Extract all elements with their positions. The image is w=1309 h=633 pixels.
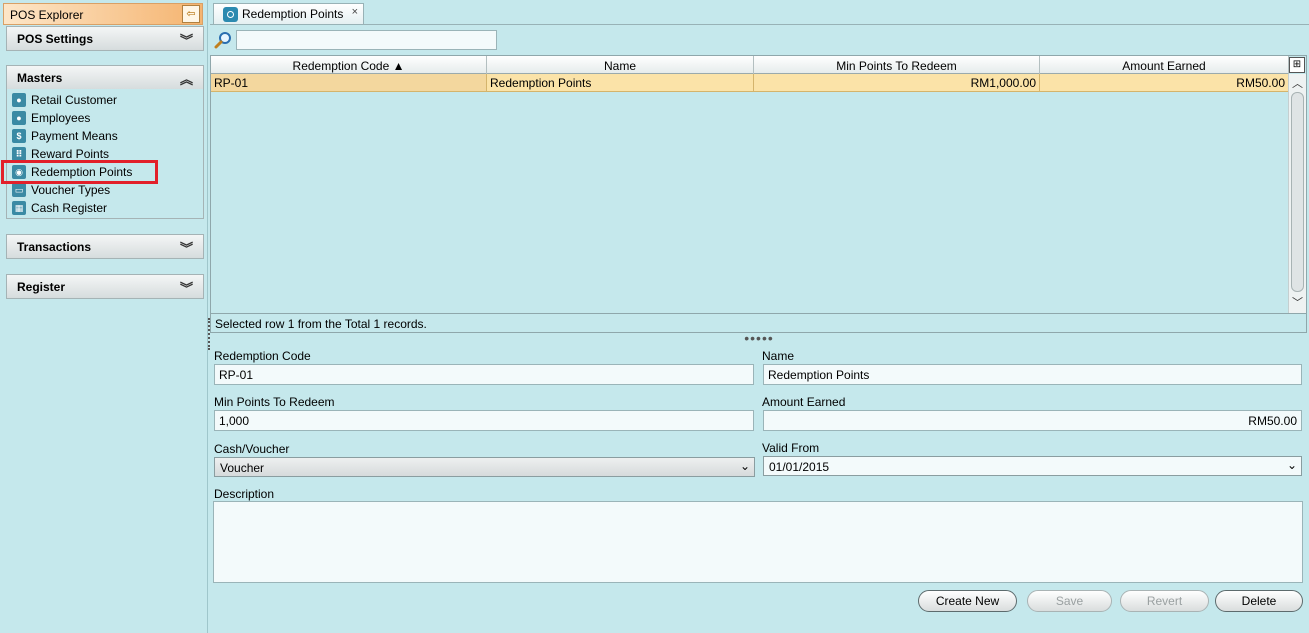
- scroll-down-icon[interactable]: ﹀: [1292, 294, 1303, 310]
- sidebar-item-employees[interactable]: ● Employees: [7, 109, 203, 127]
- records-grid: Redemption Code ▲ Name Min Points To Red…: [210, 55, 1307, 314]
- redemption-code-field[interactable]: RP-01: [214, 364, 754, 385]
- explorer-title: POS Explorer: [10, 8, 84, 22]
- delete-button[interactable]: Delete: [1215, 590, 1303, 612]
- redemption-icon: ◉: [12, 165, 26, 179]
- create-new-button[interactable]: Create New: [918, 590, 1017, 612]
- cash-voucher-value: Voucher: [220, 461, 265, 475]
- redemption-code-label: Redemption Code: [214, 349, 311, 363]
- column-header-min-points[interactable]: Min Points To Redeem: [754, 56, 1040, 74]
- chevron-down-icon: ︾: [179, 33, 193, 48]
- chevron-down-icon: ︾: [179, 281, 193, 296]
- grid-icon: ⠿: [12, 147, 26, 161]
- chevron-down-icon: ︾: [179, 241, 193, 256]
- employees-icon: ●: [12, 111, 26, 125]
- grid-header: Redemption Code ▲ Name Min Points To Red…: [211, 56, 1289, 74]
- section-pos-settings[interactable]: POS Settings ︾: [6, 26, 204, 51]
- sidebar-item-cash-register[interactable]: ▦ Cash Register: [7, 199, 203, 217]
- sidebar-item-label: Payment Means: [31, 129, 118, 143]
- min-points-field[interactable]: 1,000: [214, 410, 754, 431]
- search-input[interactable]: [236, 30, 497, 50]
- table-row[interactable]: RP-01 Redemption Points RM1,000.00 RM50.…: [211, 74, 1289, 92]
- chevron-down-icon: ⌄: [739, 459, 750, 473]
- sidebar-item-payment-means[interactable]: $ Payment Means: [7, 127, 203, 145]
- explorer-title-bar: POS Explorer ⇦: [3, 3, 203, 25]
- tab-divider: [210, 24, 1309, 25]
- name-label: Name: [762, 349, 795, 363]
- sidebar-item-label: Voucher Types: [31, 183, 111, 197]
- dollar-icon: $: [12, 129, 26, 143]
- scrollbar-thumb[interactable]: [1291, 92, 1304, 292]
- column-header-amount-earned[interactable]: Amount Earned: [1040, 56, 1289, 74]
- table-cell-min-points: RM1,000.00: [754, 74, 1040, 92]
- cash-voucher-label: Cash/Voucher: [214, 442, 290, 456]
- sidebar-item-label: Reward Points: [31, 147, 110, 161]
- tab-label: Redemption Points: [242, 7, 344, 21]
- section-register[interactable]: Register ︾: [6, 274, 204, 299]
- valid-from-value: 01/01/2015: [769, 460, 830, 474]
- sidebar-item-label: Cash Register: [31, 201, 108, 215]
- valid-from-label: Valid From: [762, 441, 820, 455]
- pos-explorer-panel: POS Explorer ⇦ POS Settings ︾ Masters ︽ …: [0, 0, 208, 633]
- tab-redemption-points[interactable]: Redemption Points ×: [213, 3, 364, 25]
- save-button[interactable]: Save: [1027, 590, 1112, 612]
- table-cell-code: RP-01: [211, 74, 487, 92]
- revert-button[interactable]: Revert: [1120, 590, 1209, 612]
- section-label: Masters: [17, 71, 63, 85]
- chevron-down-icon: ⌄: [1286, 458, 1297, 472]
- section-masters[interactable]: Masters ︽: [6, 65, 204, 90]
- collapse-panel-icon[interactable]: ⇦: [182, 5, 200, 23]
- column-header-redemption-code[interactable]: Redemption Code ▲: [211, 56, 487, 74]
- valid-from-date-picker[interactable]: 01/01/2015 ⌄: [763, 456, 1302, 476]
- vertical-scrollbar[interactable]: ︿ ﹀: [1288, 74, 1306, 313]
- table-cell-amount-earned: RM50.00: [1040, 74, 1289, 92]
- sidebar-item-label: Redemption Points: [31, 165, 133, 179]
- splitter-handle[interactable]: •••••: [741, 331, 777, 345]
- section-transactions[interactable]: Transactions ︾: [6, 234, 204, 259]
- name-field[interactable]: Redemption Points: [763, 364, 1302, 385]
- section-label: Register: [17, 280, 66, 294]
- scroll-up-icon[interactable]: ︿: [1292, 75, 1303, 91]
- section-label: Transactions: [17, 240, 92, 254]
- masters-list: ● Retail Customer ● Employees $ Payment …: [6, 89, 204, 219]
- sidebar-item-redemption-points[interactable]: ◉ Redemption Points: [7, 163, 203, 181]
- min-points-label: Min Points To Redeem: [214, 395, 335, 409]
- section-label: POS Settings: [17, 32, 94, 46]
- sidebar-item-label: Employees: [31, 111, 91, 125]
- column-chooser-icon[interactable]: ⊞: [1289, 57, 1305, 73]
- description-textarea[interactable]: [213, 501, 1303, 583]
- voucher-icon: ▭: [12, 183, 26, 197]
- sidebar-item-voucher-types[interactable]: ▭ Voucher Types: [7, 181, 203, 199]
- chevron-up-icon: ︽: [179, 72, 193, 87]
- sidebar-item-label: Retail Customer: [31, 93, 118, 107]
- amount-earned-label: Amount Earned: [762, 395, 846, 409]
- sidebar-item-reward-points[interactable]: ⠿ Reward Points: [7, 145, 203, 163]
- column-header-name[interactable]: Name: [487, 56, 754, 74]
- close-icon[interactable]: ×: [352, 6, 358, 18]
- amount-earned-field[interactable]: RM50.00: [763, 410, 1302, 431]
- sidebar-item-retail-customer[interactable]: ● Retail Customer: [7, 91, 203, 109]
- cash-voucher-select[interactable]: Voucher ⌄: [214, 457, 755, 477]
- redemption-icon: [223, 7, 238, 22]
- description-label: Description: [214, 487, 275, 501]
- retail-customer-icon: ●: [12, 93, 26, 107]
- table-cell-name: Redemption Points: [487, 74, 754, 92]
- search-icon[interactable]: [214, 31, 232, 49]
- splitter-edge: [208, 318, 210, 350]
- cash-register-icon: ▦: [12, 201, 26, 215]
